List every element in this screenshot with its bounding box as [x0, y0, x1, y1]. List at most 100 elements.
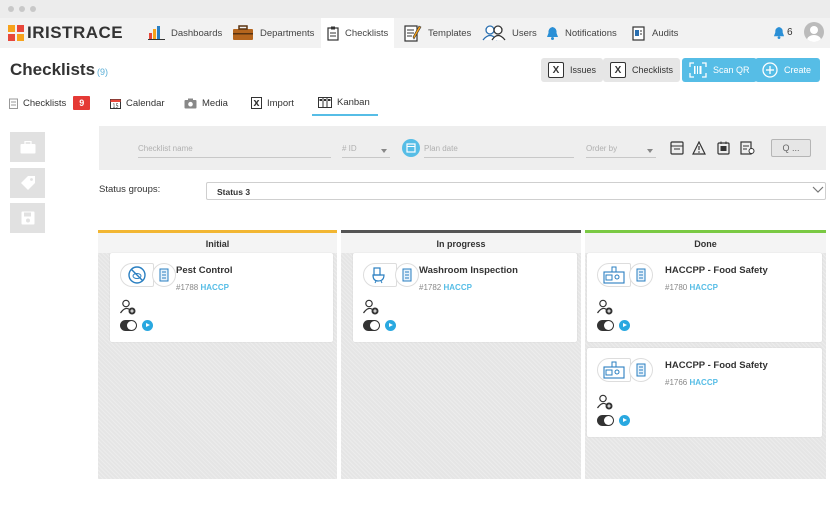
warning-triangle-icon[interactable]	[692, 141, 706, 155]
tab-calendar[interactable]: 15 Calendar	[110, 90, 165, 116]
clipboard-icon	[327, 26, 339, 41]
status-toggle[interactable]	[363, 320, 380, 331]
calendar-icon[interactable]	[402, 139, 420, 157]
status-toggle[interactable]	[120, 320, 137, 331]
assign-user-icon[interactable]	[597, 299, 613, 315]
search-button[interactable]: Q ...	[771, 139, 811, 157]
tab-media[interactable]: Media	[184, 90, 228, 116]
excel-icon: X	[251, 97, 262, 109]
card-controls	[120, 320, 160, 332]
tab-kanban[interactable]: Kanban	[312, 90, 378, 116]
kitchen-icon	[603, 361, 625, 379]
nav-users[interactable]: Users	[476, 18, 543, 48]
card-title: Washroom Inspection	[419, 265, 518, 276]
app-logo[interactable]: IRISTRACE	[8, 23, 123, 43]
card-tag[interactable]: HACCP	[443, 283, 471, 292]
play-icon[interactable]	[619, 320, 630, 331]
calendar-icon: 15	[110, 98, 121, 109]
issues-button[interactable]: X Issues	[541, 58, 604, 82]
page-title-count: (9)	[97, 67, 108, 77]
side-tags-button[interactable]	[10, 168, 45, 198]
card-controls	[597, 320, 637, 332]
nav-label: Templates	[428, 27, 472, 39]
excel-icon: X	[610, 62, 626, 78]
checklist-card[interactable]: Pest Control #1788 HACCP	[110, 253, 333, 342]
card-department-image	[152, 263, 176, 287]
create-button[interactable]: Create	[755, 58, 820, 82]
card-title: HACCPP - Food Safety	[665, 265, 768, 276]
column-title: In progress	[341, 233, 581, 253]
briefcase-icon	[233, 25, 253, 40]
tab-label: Kanban	[337, 96, 370, 108]
calendar-day-icon[interactable]	[717, 141, 730, 155]
bar-chart-icon	[148, 26, 165, 40]
column-title: Initial	[98, 233, 337, 253]
play-icon[interactable]	[385, 320, 396, 331]
card-thumbnails	[597, 358, 655, 386]
tab-label: Media	[202, 97, 228, 109]
card-number: #1782	[419, 283, 442, 292]
checklists-export-label: Checklists	[632, 65, 674, 75]
card-department-image	[629, 263, 653, 287]
tab-checklists[interactable]: Checklists 9	[9, 90, 91, 116]
status-toggle[interactable]	[597, 415, 614, 426]
archive-box-icon[interactable]	[670, 141, 684, 155]
status-toggle[interactable]	[597, 320, 614, 331]
side-save-button[interactable]	[10, 203, 45, 233]
search-button-label: Q ...	[782, 143, 800, 153]
tab-label: Import	[267, 97, 294, 109]
notification-bell-icon[interactable]	[773, 26, 785, 39]
excel-icon: X	[548, 62, 564, 78]
checklists-count-badge: 9	[73, 96, 91, 110]
card-tag[interactable]: HACCP	[689, 378, 717, 387]
notification-count: 6	[787, 27, 793, 38]
plan-date-input[interactable]: Plan date	[424, 144, 574, 158]
nav-notifications[interactable]: Notifications	[540, 18, 623, 48]
card-title: Pest Control	[176, 265, 233, 276]
order-by-select[interactable]: Order by	[586, 144, 656, 158]
users-icon	[482, 25, 506, 41]
nav-label: Audits	[652, 27, 679, 39]
assign-user-icon[interactable]	[597, 394, 613, 410]
card-category-image	[120, 263, 154, 287]
chevron-down-icon	[381, 149, 387, 153]
qr-scan-icon	[689, 62, 707, 78]
side-departments-button[interactable]	[10, 132, 45, 162]
nav-departments[interactable]: Departments	[226, 18, 320, 48]
kanban-board-icon	[318, 96, 332, 108]
nav-templates[interactable]: Templates	[398, 18, 477, 48]
scan-qr-button[interactable]: Scan QR	[682, 58, 757, 82]
nav-label: Users	[512, 27, 537, 39]
checklist-name-input[interactable]: Checklist name	[138, 144, 331, 158]
user-avatar[interactable]	[804, 22, 824, 42]
play-icon[interactable]	[142, 320, 153, 331]
tab-label: Checklists	[23, 97, 67, 109]
status-groups-select[interactable]: Status 3	[206, 182, 826, 200]
bell-icon	[547, 27, 558, 40]
audit-icon	[632, 25, 645, 41]
checklist-card[interactable]: Washroom Inspection #1782 HACCP	[353, 253, 577, 342]
building-icon	[636, 363, 646, 377]
checklist-card[interactable]: HACCPP - Food Safety #1766 HACCP	[587, 348, 822, 437]
checklist-card[interactable]: HACCPP - Food Safety #1780 HACCP	[587, 253, 822, 342]
nav-label: Dashboards	[171, 27, 223, 39]
clipboard-icon	[9, 98, 18, 109]
card-id: #1766 HACCP	[665, 378, 718, 387]
camera-icon	[184, 98, 197, 108]
play-icon[interactable]	[619, 415, 630, 426]
nav-checklists[interactable]: Checklists	[321, 18, 395, 48]
card-title: HACCPP - Food Safety	[665, 360, 768, 371]
card-tag[interactable]: HACCP	[689, 283, 717, 292]
card-category-image	[597, 358, 631, 382]
nav-dashboards[interactable]: Dashboards	[142, 18, 228, 48]
card-number: #1780	[665, 283, 688, 292]
assign-user-icon[interactable]	[120, 299, 136, 315]
card-thumbnails	[120, 263, 178, 291]
card-tag[interactable]: HACCP	[200, 283, 228, 292]
edit-settings-icon[interactable]	[740, 141, 755, 155]
nav-audits[interactable]: Audits	[626, 18, 684, 48]
tab-import[interactable]: X Import	[251, 90, 294, 116]
tag-icon	[20, 176, 35, 190]
checklists-export-button[interactable]: X Checklists	[603, 58, 681, 82]
assign-user-icon[interactable]	[363, 299, 379, 315]
